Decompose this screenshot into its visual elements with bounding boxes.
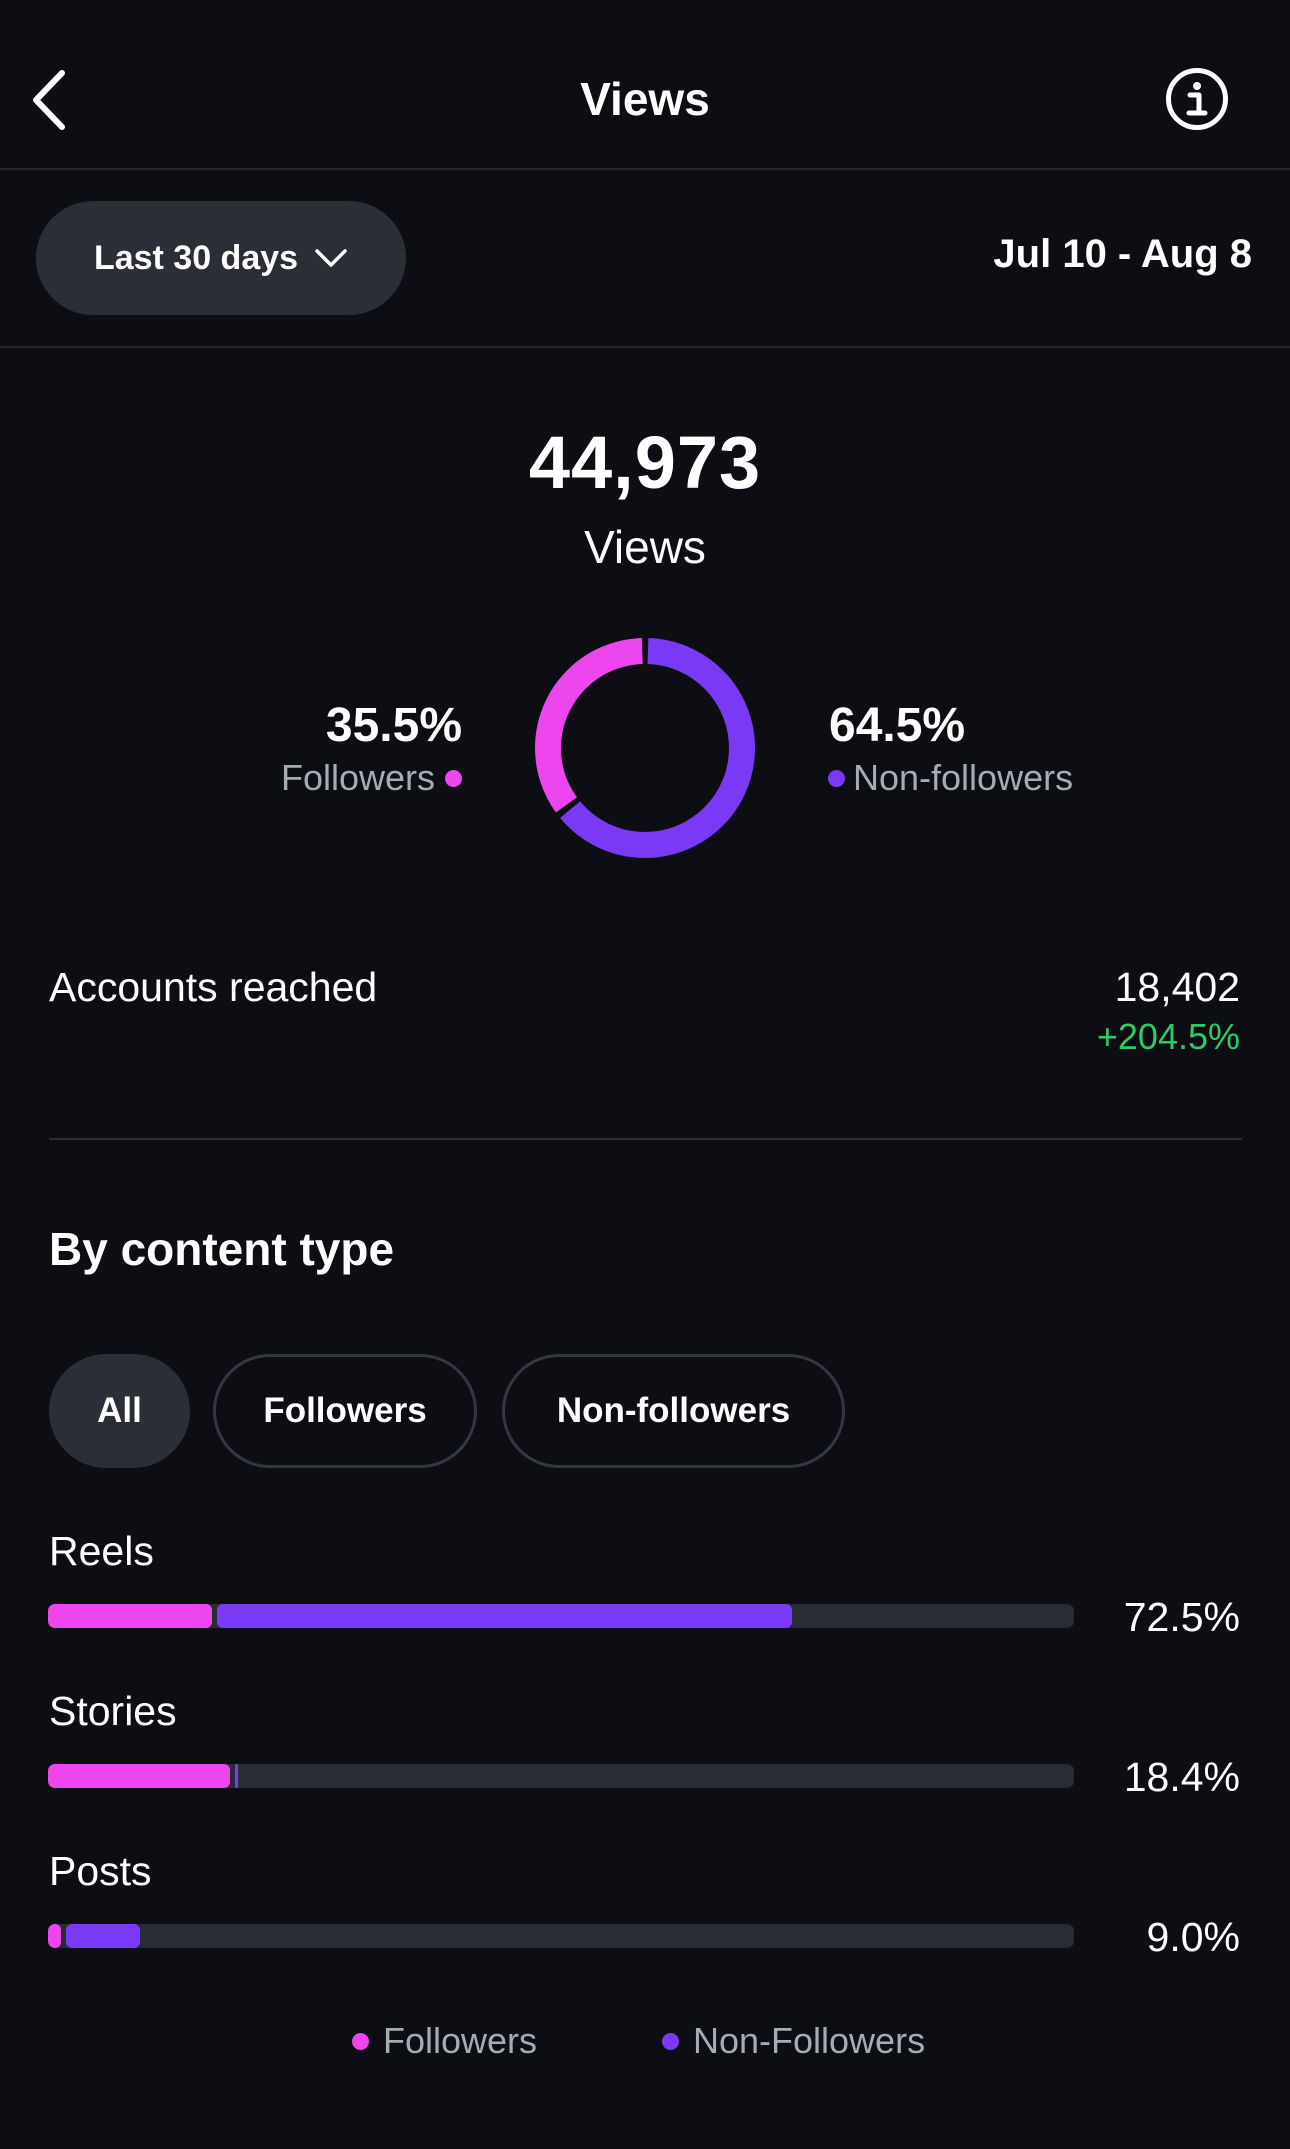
nonfollowers-dot-icon [662, 2032, 679, 2050]
followers-segment [48, 1604, 213, 1628]
content-row-percentage: 72.5% [1123, 1594, 1240, 1640]
nonfollowers-segment [234, 1764, 238, 1788]
accounts-reached-value: 18,402 [1114, 964, 1240, 1010]
followers-dot-icon [445, 769, 462, 787]
total-views-label: Views [584, 521, 706, 573]
legend-label: Followers [383, 2020, 538, 2061]
page-title: Views [580, 73, 710, 125]
chevron-down-icon [315, 249, 347, 267]
accounts-reached-change: +204.5% [1096, 1016, 1240, 1057]
content-row-label: Posts [49, 1848, 152, 1894]
audience-donut-chart [535, 638, 755, 858]
filter-chip-followers[interactable]: Followers [213, 1354, 477, 1468]
legend-label: Non-Followers [693, 2020, 926, 2061]
accounts-reached-label: Accounts reached [49, 964, 378, 1010]
divider [49, 1138, 1242, 1140]
filter-chip-non-followers[interactable]: Non-followers [502, 1354, 845, 1468]
nonfollowers-legend-label: Non-followers [853, 757, 1074, 798]
section-title: By content type [49, 1223, 395, 1275]
followers-segment [48, 1764, 230, 1788]
followers-legend-label: Followers [280, 757, 435, 798]
info-icon [1186, 82, 1208, 116]
total-views-value: 44,973 [528, 421, 762, 504]
content-row-percentage: 9.0% [1146, 1914, 1240, 1960]
content-row-label: Reels [49, 1528, 154, 1574]
content-row-percentage: 18.4% [1123, 1754, 1240, 1800]
nonfollowers-percentage: 64.5% [829, 699, 966, 752]
nonfollowers-segment [217, 1604, 792, 1628]
followers-dot-icon [352, 2032, 369, 2050]
date-range-dropdown[interactable]: Last 30 days [36, 201, 406, 315]
nonfollowers-dot-icon [828, 769, 845, 787]
followers-segment [48, 1924, 62, 1948]
info-button[interactable] [1166, 68, 1228, 130]
content-row-label: Stories [49, 1688, 177, 1734]
date-range-dropdown-label: Last 30 days [93, 238, 299, 277]
content-bar-posts [48, 1924, 1074, 1948]
followers-percentage: 35.5% [325, 699, 462, 752]
legend-nonfollowers: Non-Followers [662, 2020, 925, 2062]
nonfollowers-legend: Non-followers [828, 757, 1073, 799]
divider [0, 346, 1290, 348]
filter-chip-all[interactable]: All [49, 1354, 190, 1468]
date-range-text: Jul 10 - Aug 8 [993, 232, 1252, 276]
content-bar-reels [48, 1604, 1074, 1628]
followers-legend: Followers [281, 757, 462, 799]
content-bar-stories [48, 1764, 1074, 1788]
legend-followers: Followers [352, 2020, 537, 2062]
nonfollowers-segment [66, 1924, 141, 1948]
